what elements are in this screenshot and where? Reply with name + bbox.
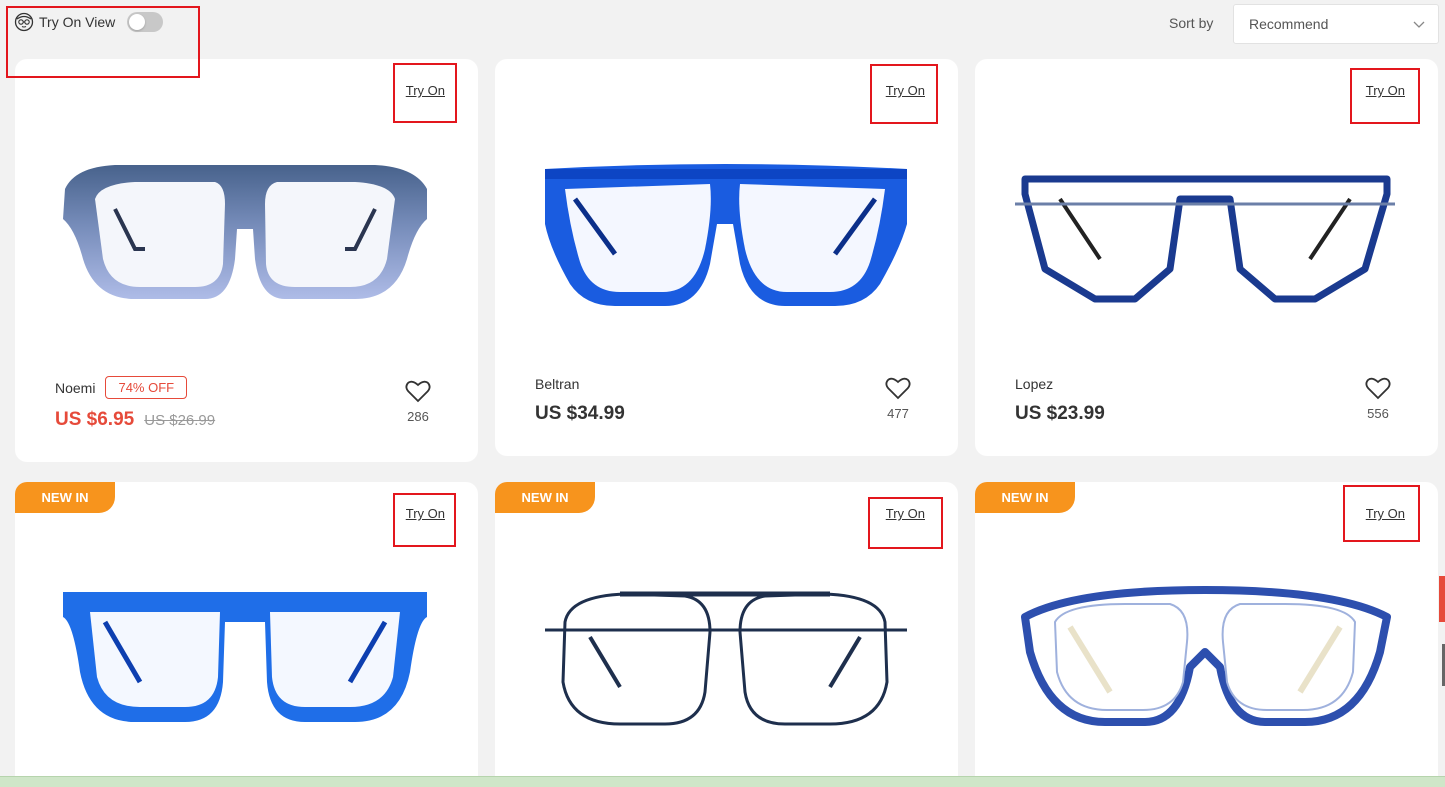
product-name-row: Lopez	[1015, 376, 1053, 392]
product-card[interactable]: NEW IN Try On	[975, 482, 1438, 776]
heart-icon[interactable]	[885, 376, 911, 400]
new-in-badge: NEW IN	[15, 482, 115, 513]
bottom-bar	[0, 776, 1445, 787]
try-on-view-label: Try On View	[39, 14, 116, 30]
try-on-view-toggle[interactable]	[127, 12, 164, 32]
sort-select[interactable]: Recommend	[1233, 4, 1439, 44]
new-in-badge: NEW IN	[495, 482, 595, 513]
product-price: US $6.95	[55, 409, 135, 430]
glasses-image	[545, 591, 907, 726]
glasses-image	[63, 165, 427, 299]
sort-selected-value: Recommend	[1249, 16, 1329, 32]
price-row: US $23.99	[1015, 403, 1105, 425]
favorite-count: 477	[887, 406, 909, 421]
glasses-image	[545, 164, 907, 306]
side-feedback-tab[interactable]	[1439, 576, 1445, 622]
chevron-down-icon	[1413, 21, 1425, 28]
product-card[interactable]: NEW IN Try On	[15, 482, 478, 776]
product-card[interactable]: Try On Beltran US $34.99 477	[495, 59, 958, 456]
glasses-image	[1021, 586, 1391, 726]
try-on-view-control[interactable]: Try On View	[14, 12, 164, 32]
new-in-badge: NEW IN	[975, 482, 1075, 513]
product-name[interactable]: Beltran	[535, 376, 579, 392]
glasses-image	[1015, 175, 1395, 303]
sort-label: Sort by	[1169, 15, 1214, 31]
original-price: US $26.99	[144, 412, 216, 429]
heart-icon[interactable]	[1365, 376, 1391, 400]
heart-icon[interactable]	[405, 379, 431, 403]
product-name[interactable]: Noemi	[55, 380, 95, 396]
glasses-image	[63, 592, 427, 722]
product-card[interactable]: NEW IN Try On	[495, 482, 958, 776]
product-name-row: Beltran	[535, 376, 579, 392]
top-bar: Try On View Sort by Recommend	[0, 0, 1445, 50]
price-row: US $6.95 US $26.99	[55, 409, 215, 431]
favorite-control[interactable]: 556	[1358, 376, 1398, 421]
favorite-control[interactable]: 477	[878, 376, 918, 421]
try-on-link[interactable]: Try On	[1366, 83, 1405, 98]
product-card[interactable]: Try On Noemi 74% OFF US $6.95 US $26.99 …	[15, 59, 478, 462]
product-name-row: Noemi 74% OFF	[55, 376, 188, 399]
favorite-count: 286	[407, 409, 429, 424]
toggle-knob	[129, 14, 146, 30]
favorite-control[interactable]: 286	[398, 379, 438, 424]
face-glasses-icon	[14, 12, 34, 32]
try-on-link[interactable]: Try On	[406, 83, 445, 98]
favorite-count: 556	[1367, 406, 1389, 421]
product-name[interactable]: Lopez	[1015, 376, 1053, 392]
product-price: US $23.99	[1015, 403, 1105, 424]
price-row: US $34.99	[535, 403, 625, 425]
try-on-link[interactable]: Try On	[886, 83, 925, 98]
product-card[interactable]: Try On Lopez US $23.99 556	[975, 59, 1438, 456]
try-on-link[interactable]: Try On	[886, 506, 925, 521]
product-price: US $34.99	[535, 403, 625, 424]
try-on-link[interactable]: Try On	[1366, 506, 1405, 521]
try-on-link[interactable]: Try On	[406, 506, 445, 521]
discount-badge: 74% OFF	[105, 376, 188, 399]
